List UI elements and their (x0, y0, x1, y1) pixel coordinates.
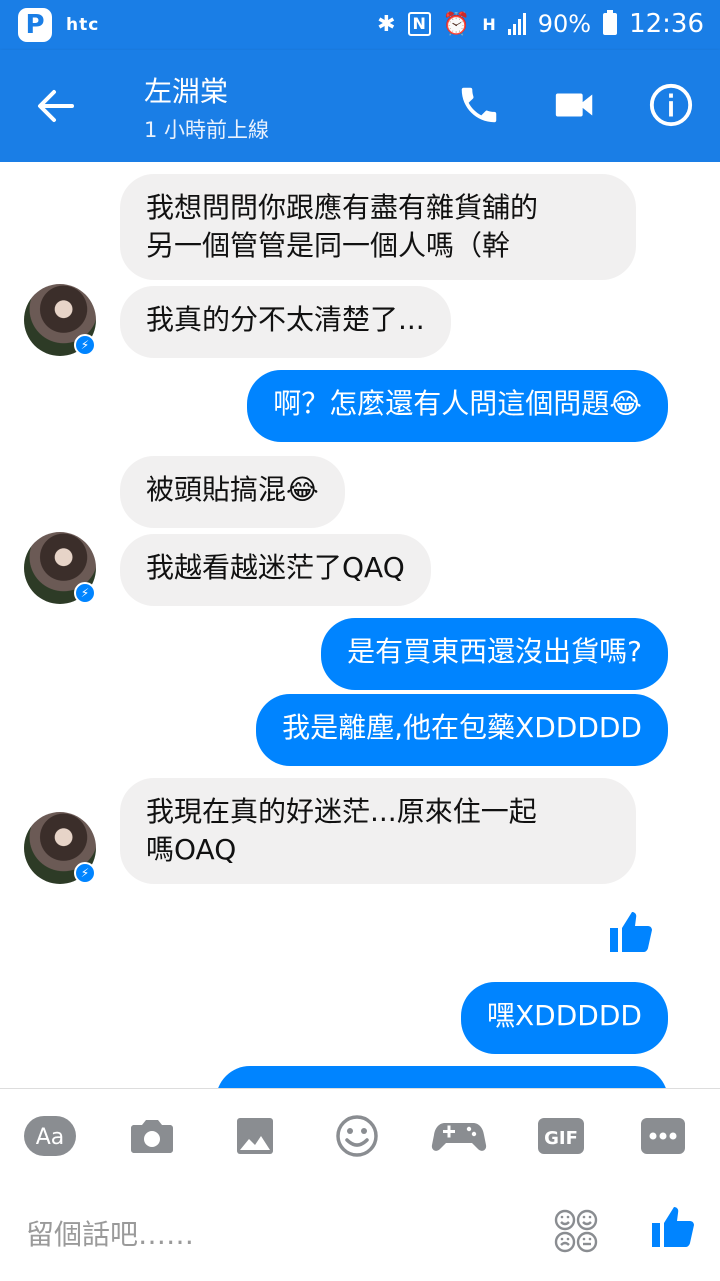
camera-icon[interactable] (124, 1113, 180, 1159)
message-line: 嘿XDDDDD (487, 999, 642, 1032)
message-line: 啊？怎麼還有人問這個問題😂 (273, 387, 642, 420)
back-arrow-icon[interactable] (36, 86, 76, 126)
incoming-message[interactable]: 我想問問你跟應有盡有雜貨舖的 另一個管管是同一個人嗎（幹 (120, 174, 636, 280)
messenger-badge-icon: ⚡ (74, 862, 96, 884)
app-badge-icon: P (18, 8, 52, 42)
message-line: 嗎OAQ (146, 833, 237, 866)
text-format-label: Aa (36, 1125, 65, 1150)
game-icon[interactable] (431, 1113, 487, 1159)
message-line: 我現在真的好迷茫...原來住一起 (146, 795, 537, 828)
outgoing-message[interactable]: 嘿XDDDDD (461, 982, 668, 1054)
messenger-badge-icon: ⚡ (74, 582, 96, 604)
message-line: 我是離塵,他在包藥XDDDDD (282, 711, 642, 744)
more-icon[interactable] (635, 1113, 691, 1159)
carrier-label: htc (66, 15, 100, 35)
outgoing-message[interactable]: 是有買東西還沒出貨嗎? (321, 618, 668, 690)
message-line: 被頭貼搞混😂 (146, 473, 319, 506)
message-line: 我想問問你跟應有盡有雜貨舖的 (146, 191, 539, 224)
battery-icon (603, 10, 618, 35)
send-like-icon[interactable] (648, 1203, 696, 1251)
thumbs-up-sticker-icon[interactable] (606, 908, 654, 956)
network-type-icon: H (482, 14, 496, 34)
outgoing-message[interactable]: 我是離塵,他在包藥XDDDDD (256, 694, 668, 766)
conversation-header: 左淵棠 1 小時前上線 (0, 50, 720, 162)
nfc-icon: N (407, 12, 431, 36)
messenger-badge-icon: ⚡ (74, 334, 96, 356)
phone-icon[interactable] (456, 82, 502, 128)
last-seen-status: 1 小時前上線 (144, 118, 270, 142)
gif-label: GIF (544, 1128, 578, 1149)
message-line: 我真的分不太清楚了... (146, 303, 425, 336)
incoming-message[interactable]: 被頭貼搞混😂 (120, 456, 345, 528)
signal-icon (507, 13, 526, 35)
alarm-icon: ⏰ (442, 11, 471, 37)
emoji-picker-icon[interactable] (552, 1207, 600, 1255)
video-icon[interactable] (552, 82, 598, 128)
incoming-message[interactable]: 我越看越迷茫了QAQ (120, 534, 431, 606)
info-icon[interactable] (648, 82, 694, 128)
message-line: 是有買東西還沒出貨嗎? (347, 635, 642, 668)
bluetooth-icon: ✱ (377, 11, 396, 37)
message-line: 我越看越迷茫了QAQ (146, 551, 405, 584)
contact-name[interactable]: 左淵棠 (144, 70, 228, 110)
composer: Aa GIF 留個話吧…… (0, 1088, 720, 1281)
incoming-message[interactable]: 我真的分不太清楚了... (120, 286, 451, 358)
image-icon[interactable] (227, 1113, 283, 1159)
emoji-icon[interactable] (329, 1113, 385, 1159)
message-input[interactable]: 留個話吧…… (26, 1213, 194, 1253)
incoming-message[interactable]: 我現在真的好迷茫...原來住一起 嗎OAQ (120, 778, 636, 884)
gif-icon[interactable]: GIF (533, 1113, 589, 1159)
clock: 12:36 (629, 9, 704, 39)
outgoing-message-partial[interactable] (216, 1066, 668, 1088)
message-list[interactable]: 我想問問你跟應有盡有雜貨舖的 另一個管管是同一個人嗎（幹 我真的分不太清楚了..… (0, 162, 720, 1088)
text-format-icon[interactable]: Aa (22, 1113, 78, 1159)
status-bar: P htc ✱ N ⏰ H 90% 12:36 (0, 0, 720, 50)
battery-percent: 90% (537, 10, 592, 38)
outgoing-message[interactable]: 啊？怎麼還有人問這個問題😂 (247, 370, 668, 442)
message-line: 另一個管管是同一個人嗎（幹 (146, 229, 511, 262)
